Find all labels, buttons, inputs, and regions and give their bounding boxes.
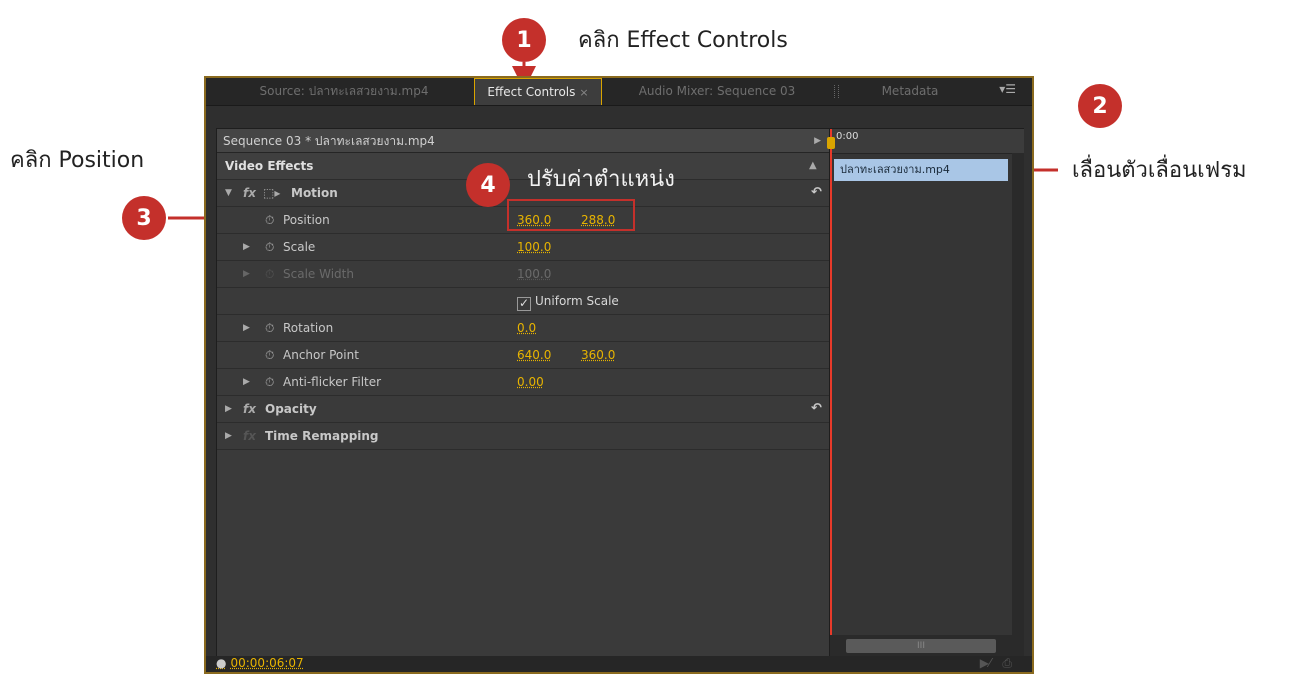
stopwatch-icon[interactable]: ⏱: [265, 369, 274, 395]
playhead-line[interactable]: [827, 129, 835, 657]
expand-triangle-icon[interactable]: ▶: [225, 396, 232, 422]
timecode-value: 00:00:06:07: [230, 656, 304, 670]
fx-toggle-icon: fx: [243, 429, 256, 443]
tab-effect-controls-label: Effect Controls: [487, 85, 576, 99]
time-ruler-label: 0:00: [836, 131, 859, 142]
scroll-up-icon[interactable]: ▲: [809, 153, 817, 179]
position-label: Position: [283, 213, 330, 227]
annotation-badge-4: 4: [466, 163, 510, 207]
fx-toggle-icon[interactable]: fx: [243, 180, 256, 206]
checkmark-icon: ✓: [517, 296, 531, 311]
export-icons[interactable]: ▶⁄ ⎙: [980, 656, 1012, 671]
tab-metadata[interactable]: Metadata: [840, 78, 980, 105]
effect-controls-content: Sequence 03 * ปลาทะเลสวยงาม.mp4 ▶ Video …: [216, 128, 1024, 658]
scroll-thumb[interactable]: III: [846, 639, 996, 653]
annotation-badge-2: 2: [1078, 84, 1122, 128]
collapse-triangle-icon[interactable]: ▼: [225, 180, 232, 206]
effect-controls-panel: Source: ปลาทะเลสวยงาม.mp4 Effect Control…: [204, 76, 1034, 674]
transform-icon[interactable]: ⬚▸: [263, 180, 280, 206]
expand-timeline-icon[interactable]: ▶: [814, 129, 821, 153]
rotation-label: Rotation: [283, 321, 334, 335]
effect-row-anchor-point[interactable]: ⏱ Anchor Point 640.0 360.0: [217, 342, 829, 369]
annotation-4-text: ปรับค่าตำแหน่ง: [527, 167, 675, 192]
stopwatch-icon[interactable]: ⏱: [265, 207, 274, 233]
anti-flicker-value[interactable]: 0.00: [517, 369, 544, 395]
panel-tab-bar: Source: ปลาทะเลสวยงาม.mp4 Effect Control…: [206, 78, 1032, 106]
timecode[interactable]: ● 00:00:06:07: [216, 656, 304, 670]
timeline-pane: 0:00 ปลาทะเลสวยงาม.mp4 III: [827, 129, 1024, 657]
anti-flicker-label: Anti-flicker Filter: [283, 375, 382, 389]
effects-list-pane: Sequence 03 * ปลาทะเลสวยงาม.mp4 ▶ Video …: [217, 129, 829, 657]
effect-row-rotation[interactable]: ▶ ⏱ Rotation 0.0: [217, 315, 829, 342]
effect-row-scale-width: ▶ ⏱ Scale Width 100.0: [217, 261, 829, 288]
motion-label: Motion: [291, 186, 338, 200]
fx-toggle-icon[interactable]: fx: [243, 396, 256, 422]
tab-grip-icon[interactable]: [834, 85, 839, 98]
sequence-label: Sequence 03 * ปลาทะเลสวยงาม.mp4: [223, 134, 435, 148]
expand-triangle-icon[interactable]: ▶: [243, 234, 250, 260]
close-icon[interactable]: ×: [579, 86, 588, 99]
effect-row-uniform-scale: ✓ Uniform Scale: [217, 288, 829, 315]
scale-label: Scale: [283, 240, 316, 254]
reset-icon[interactable]: ↶: [811, 396, 822, 422]
playhead-icon[interactable]: [827, 137, 835, 149]
expand-triangle-icon: ▶: [243, 269, 250, 279]
effect-row-anti-flicker[interactable]: ▶ ⏱ Anti-flicker Filter 0.00: [217, 369, 829, 396]
time-remapping-label: Time Remapping: [265, 429, 379, 443]
time-ruler[interactable]: 0:00: [830, 129, 1024, 154]
panel-menu-icon[interactable]: ▾☰: [999, 82, 1016, 96]
scale-width-label: Scale Width: [283, 267, 354, 281]
effect-row-scale[interactable]: ▶ ⏱ Scale 100.0: [217, 234, 829, 261]
scale-width-value: 100.0: [517, 267, 552, 281]
tab-effect-controls[interactable]: Effect Controls ×: [474, 78, 602, 105]
uniform-scale-label: Uniform Scale: [535, 294, 619, 308]
expand-triangle-icon[interactable]: ▶: [243, 315, 250, 341]
stopwatch-icon[interactable]: ⏱: [265, 342, 274, 368]
video-effects-header: Video Effects ▲: [217, 153, 829, 180]
vertical-scrollbar[interactable]: [1012, 153, 1024, 635]
status-bar: ● 00:00:06:07 ▶⁄ ⎙: [206, 656, 1032, 672]
anchor-point-label: Anchor Point: [283, 348, 359, 362]
stopwatch-icon[interactable]: ⏱: [265, 315, 274, 341]
position-highlight-box: [507, 199, 635, 231]
stopwatch-icon[interactable]: ⏱: [265, 234, 274, 260]
rotation-value[interactable]: 0.0: [517, 315, 536, 341]
anchor-point-y-value[interactable]: 360.0: [581, 342, 615, 368]
timecode-dot-icon: ●: [216, 656, 227, 670]
tab-source[interactable]: Source: ปลาทะเลสวยงาม.mp4: [214, 78, 474, 105]
sequence-bar[interactable]: Sequence 03 * ปลาทะเลสวยงาม.mp4 ▶: [217, 129, 829, 153]
uniform-scale-checkbox[interactable]: ✓ Uniform Scale: [517, 288, 619, 314]
video-effects-label: Video Effects: [225, 159, 314, 173]
scale-value[interactable]: 100.0: [517, 234, 551, 260]
annotation-badge-1: 1: [502, 18, 546, 62]
expand-triangle-icon[interactable]: ▶: [243, 369, 250, 395]
reset-icon[interactable]: ↶: [811, 180, 822, 206]
horizontal-scrollbar[interactable]: III: [830, 635, 1024, 657]
effect-row-opacity[interactable]: ▶ fx Opacity ↶: [217, 396, 829, 423]
expand-triangle-icon[interactable]: ▶: [225, 423, 232, 449]
annotation-badge-3: 3: [122, 196, 166, 240]
anchor-point-x-value[interactable]: 640.0: [517, 342, 551, 368]
effect-row-time-remapping[interactable]: ▶ fx Time Remapping: [217, 423, 829, 450]
tab-audio-mixer[interactable]: Audio Mixer: Sequence 03: [606, 78, 828, 105]
stopwatch-icon: ⏱: [265, 267, 275, 281]
timeline-clip[interactable]: ปลาทะเลสวยงาม.mp4: [834, 159, 1008, 181]
opacity-label: Opacity: [265, 402, 317, 416]
